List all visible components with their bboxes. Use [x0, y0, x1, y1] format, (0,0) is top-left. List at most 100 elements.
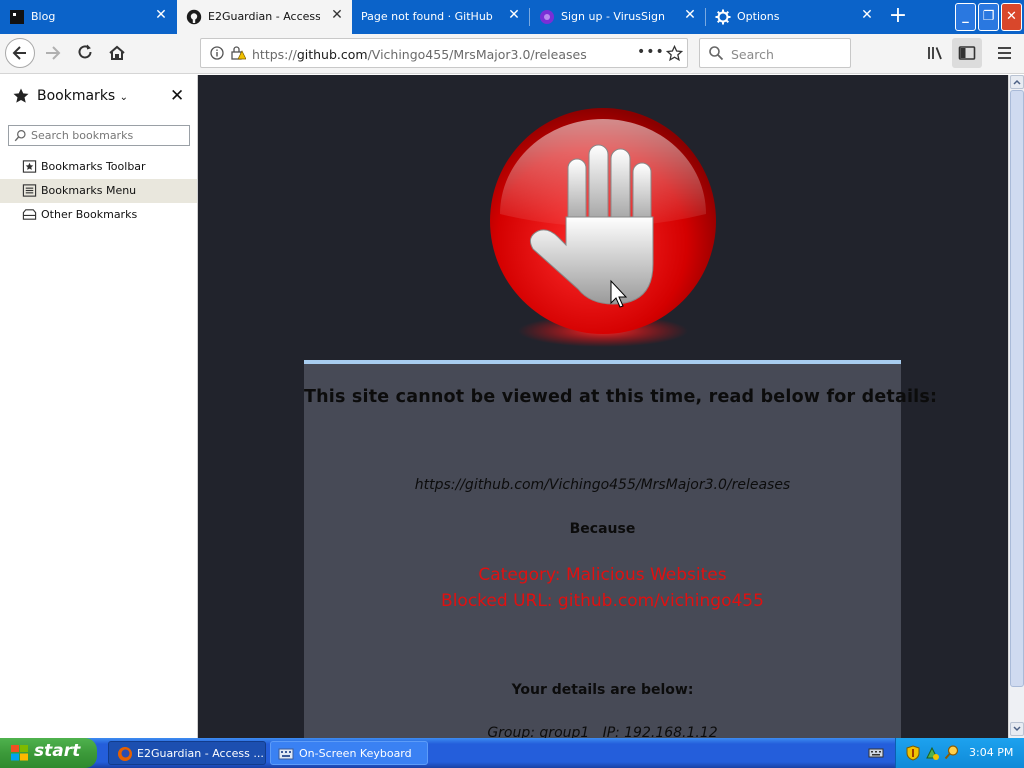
navigation-toolbar: https://github.com/Vichingo455/MrsMajor3…	[0, 34, 1024, 74]
page-actions-icon[interactable]: •••	[637, 44, 665, 60]
sidebar-item-bookmarks-menu[interactable]: Bookmarks Menu	[0, 179, 197, 203]
insecure-lock-icon[interactable]	[230, 45, 246, 61]
firefox-icon	[118, 747, 132, 761]
details-heading: Your details are below:	[511, 682, 694, 698]
library-icon	[928, 47, 942, 60]
because-label: Because	[569, 521, 636, 537]
forward-button[interactable]	[38, 38, 68, 68]
magnifier-icon[interactable]	[944, 744, 960, 760]
scroll-down-button[interactable]	[1010, 722, 1024, 736]
close-icon: ✕	[170, 86, 185, 106]
close-sidebar-button[interactable]: ✕	[170, 86, 184, 106]
url-path: /Vichingo455/MrsMajor3.0/releases	[367, 47, 587, 62]
search-bar[interactable]: Search	[699, 38, 851, 68]
bookmarks-search-input[interactable]: Search bookmarks	[8, 125, 190, 146]
system-tray: 3:04 PM	[895, 738, 1024, 768]
blocked-page: This site cannot be viewed at this time,…	[198, 75, 1008, 738]
close-icon[interactable]: ✕	[330, 8, 344, 22]
taskbar-item-firefox[interactable]: E2Guardian - Access ...	[108, 741, 266, 765]
bookmarks-sidebar: Bookmarks ⌄ ✕ Search bookmarks Bookmarks…	[0, 75, 198, 738]
stop-hand-icon	[490, 108, 716, 347]
search-placeholder: Search	[731, 47, 774, 62]
tab-blog[interactable]: Blog ✕	[0, 0, 176, 34]
tab-label: Sign up - VirusSign	[561, 10, 665, 23]
block-category: Category: Malicious Websites	[478, 565, 727, 585]
taskbar-item-label: On-Screen Keyboard	[299, 747, 412, 760]
sidebar-item-other-bookmarks[interactable]: Other Bookmarks	[0, 203, 197, 227]
restore-button[interactable]: ❐	[978, 3, 999, 31]
security-shield-icon[interactable]	[906, 745, 920, 761]
blog-icon	[10, 10, 24, 24]
chevron-up-icon	[1013, 79, 1021, 85]
scroll-up-button[interactable]	[1010, 75, 1024, 89]
bookmark-star-icon[interactable]	[666, 45, 683, 62]
language-bar-icon[interactable]	[868, 747, 884, 759]
sidebar-icon	[958, 46, 976, 60]
new-tab-button[interactable]: +	[885, 5, 911, 29]
star-icon	[13, 88, 29, 103]
minimize-icon: _	[962, 9, 969, 24]
home-icon	[109, 45, 125, 60]
close-icon[interactable]: ✕	[507, 8, 521, 22]
taskbar: start E2Guardian - Access ... On-Screen …	[0, 738, 1024, 768]
github-icon	[186, 9, 202, 25]
taskbar-item-label: E2Guardian - Access ...	[137, 747, 264, 760]
taskbar-item-keyboard[interactable]: On-Screen Keyboard	[270, 741, 428, 765]
start-label: start	[34, 741, 81, 761]
gear-icon	[715, 9, 731, 25]
close-icon[interactable]: ✕	[683, 8, 697, 22]
sidebar-title-text: Bookmarks	[37, 88, 116, 104]
windows-logo-icon	[11, 745, 28, 761]
tab-label: E2Guardian - Access Denied	[208, 10, 320, 23]
url-text: https://github.com/Vichingo455/MrsMajor3…	[252, 47, 587, 62]
vertical-scrollbar[interactable]	[1008, 75, 1024, 738]
sidebar-item-label: Bookmarks Toolbar	[41, 160, 146, 173]
back-arrow-icon	[12, 46, 26, 60]
close-window-button[interactable]: ✕	[1001, 3, 1022, 31]
close-icon[interactable]: ✕	[154, 8, 168, 22]
start-button[interactable]: start	[0, 738, 97, 768]
minimize-button[interactable]: _	[955, 3, 976, 31]
library-button[interactable]	[920, 38, 950, 68]
tab-options[interactable]: Options ✕	[706, 0, 882, 34]
url-host: github.com	[296, 47, 368, 62]
info-icon[interactable]	[210, 46, 224, 60]
back-button[interactable]	[5, 38, 35, 68]
user-details: Group: group1 IP: 192.168.1.12	[487, 725, 718, 738]
tab-page-not-found[interactable]: Page not found · GitHub · GitHub ✕	[353, 0, 529, 34]
close-icon[interactable]: ✕	[860, 8, 874, 22]
url-bar[interactable]: https://github.com/Vichingo455/MrsMajor3…	[200, 38, 688, 68]
toolbar-icon	[22, 160, 37, 173]
menu-button[interactable]	[990, 38, 1020, 68]
scroll-thumb[interactable]	[1010, 90, 1024, 687]
sidebar-toggle-button[interactable]	[952, 38, 982, 68]
home-button[interactable]	[102, 38, 132, 68]
clock: 3:04 PM	[969, 746, 1014, 759]
tab-strip: Blog ✕ E2Guardian - Access Denied ✕ Page…	[0, 0, 1024, 34]
block-heading: This site cannot be viewed at this time,…	[304, 387, 938, 407]
close-icon: ✕	[1006, 9, 1017, 24]
forward-arrow-icon	[46, 46, 61, 60]
tab-label: Blog	[31, 10, 56, 23]
sidebar-item-bookmarks-toolbar[interactable]: Bookmarks Toolbar	[0, 155, 197, 179]
blocked-url: https://github.com/Vichingo455/MrsMajor3…	[414, 477, 791, 493]
tab-label: Page not found · GitHub · GitHub	[361, 10, 497, 23]
menu-icon	[22, 184, 37, 197]
tab-virussign[interactable]: Sign up - VirusSign ✕	[530, 0, 705, 34]
network-icon[interactable]	[924, 745, 940, 761]
chevron-down-icon	[1013, 726, 1021, 732]
virussign-icon	[540, 10, 554, 24]
chevron-down-icon: ⌄	[119, 92, 129, 103]
search-icon	[709, 46, 724, 61]
hamburger-icon	[998, 47, 1011, 59]
restore-icon: ❐	[982, 9, 995, 24]
search-icon	[14, 130, 26, 142]
tab-e2guardian[interactable]: E2Guardian - Access Denied ✕	[177, 0, 352, 34]
block-details-panel: This site cannot be viewed at this time,…	[304, 360, 938, 738]
block-reason: Blocked URL: github.com/vichingo455	[441, 591, 764, 611]
sidebar-item-label: Other Bookmarks	[41, 208, 138, 221]
sidebar-title[interactable]: Bookmarks ⌄	[37, 88, 128, 104]
reload-icon	[78, 44, 92, 59]
reload-button[interactable]	[70, 38, 100, 68]
bookmarks-search-placeholder: Search bookmarks	[31, 129, 134, 142]
